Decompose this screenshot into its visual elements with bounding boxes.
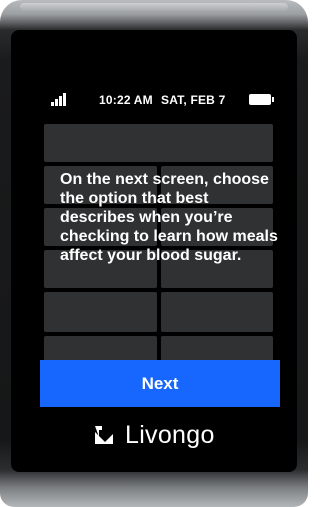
next-button[interactable]: Next: [40, 360, 280, 407]
cellular-signal-icon: [51, 92, 71, 106]
grid-tile: [44, 124, 273, 162]
status-bar: 10:22 AM SAT, FEB 7: [11, 88, 297, 112]
grid-tile: [161, 292, 273, 332]
battery-full-icon: [249, 94, 274, 105]
instruction-text: On the next screen, choose the option th…: [60, 171, 278, 264]
grid-tile: [161, 336, 273, 362]
livongo-logo-icon: [95, 426, 113, 444]
brand-name: Livongo: [125, 420, 215, 449]
device-frame: 10:22 AM SAT, FEB 7 On the next screen, …: [0, 0, 308, 507]
grid-tile: [44, 292, 157, 332]
status-time: 10:22 AM: [99, 93, 153, 107]
device-screen: 10:22 AM SAT, FEB 7 On the next screen, …: [11, 30, 297, 472]
grid-tile: [44, 336, 157, 362]
brand-logo: Livongo: [93, 420, 215, 450]
device-bezel-highlight: [20, 3, 288, 11]
status-date: SAT, FEB 7: [161, 93, 226, 107]
